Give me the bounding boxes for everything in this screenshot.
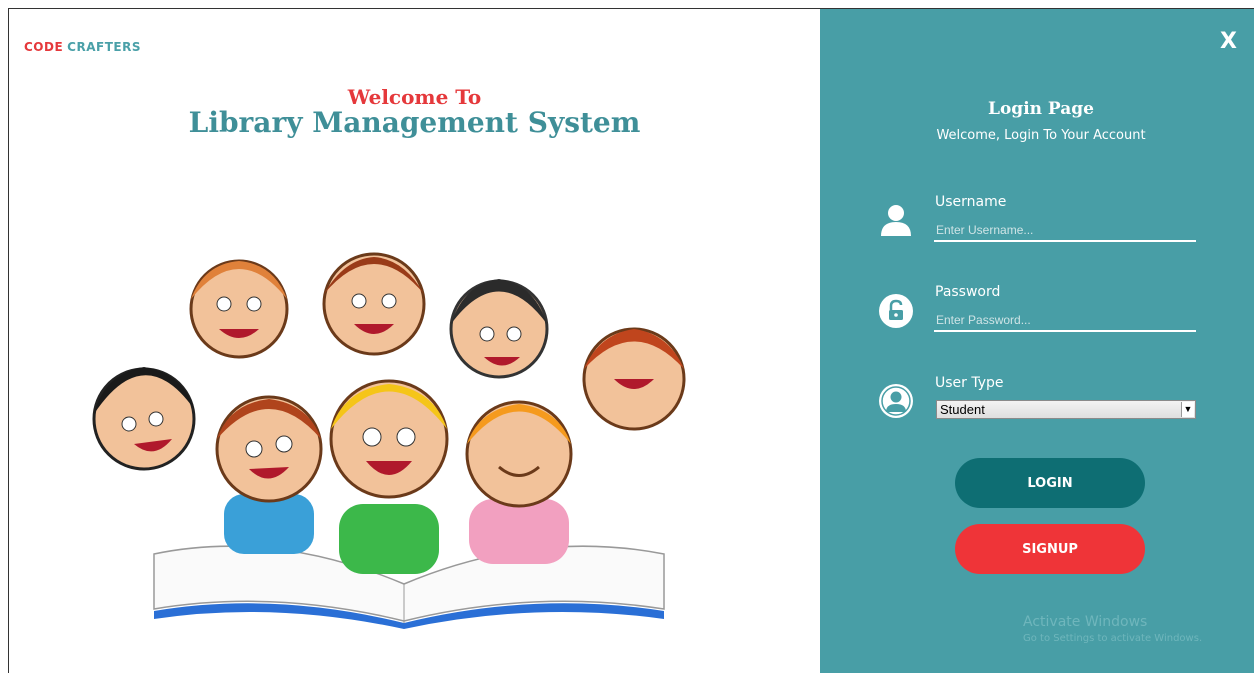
usertype-select[interactable]: Student ▼ (936, 400, 1196, 419)
login-panel: X Login Page Welcome, Login To Your Acco… (820, 9, 1254, 673)
usertype-value: Student (940, 402, 985, 417)
chevron-down-icon[interactable]: ▼ (1181, 402, 1194, 417)
login-subtitle: Welcome, Login To Your Account (936, 128, 1146, 143)
left-panel: CODE CRAFTERS Welcome To Library Manageme… (9, 9, 820, 673)
watermark-line2: Go to Settings to activate Windows. (1023, 633, 1203, 644)
watermark-line1: Activate Windows (1023, 614, 1148, 630)
close-button[interactable]: X (1220, 29, 1237, 54)
system-title: Library Management System (188, 106, 641, 139)
login-title: Login Page (988, 99, 1094, 119)
username-label: Username (935, 194, 1007, 210)
password-label: Password (935, 284, 1001, 300)
brand-part1: CODE (24, 40, 64, 54)
brand-logo: CODE CRAFTERS (24, 40, 141, 54)
usertype-label: User Type (935, 375, 1004, 391)
windows-activation-watermark: Activate Windows Go to Settings to activ… (1023, 614, 1202, 644)
brand-part2: CRAFTERS (67, 40, 141, 54)
password-input[interactable] (934, 310, 1196, 332)
lock-icon (879, 294, 913, 328)
user-circle-icon (879, 384, 913, 418)
user-icon (881, 205, 911, 236)
signup-button[interactable]: SIGNUP (955, 524, 1145, 574)
login-button[interactable]: LOGIN (955, 458, 1145, 508)
username-input[interactable] (934, 220, 1196, 242)
children-reading-illustration (92, 252, 686, 629)
